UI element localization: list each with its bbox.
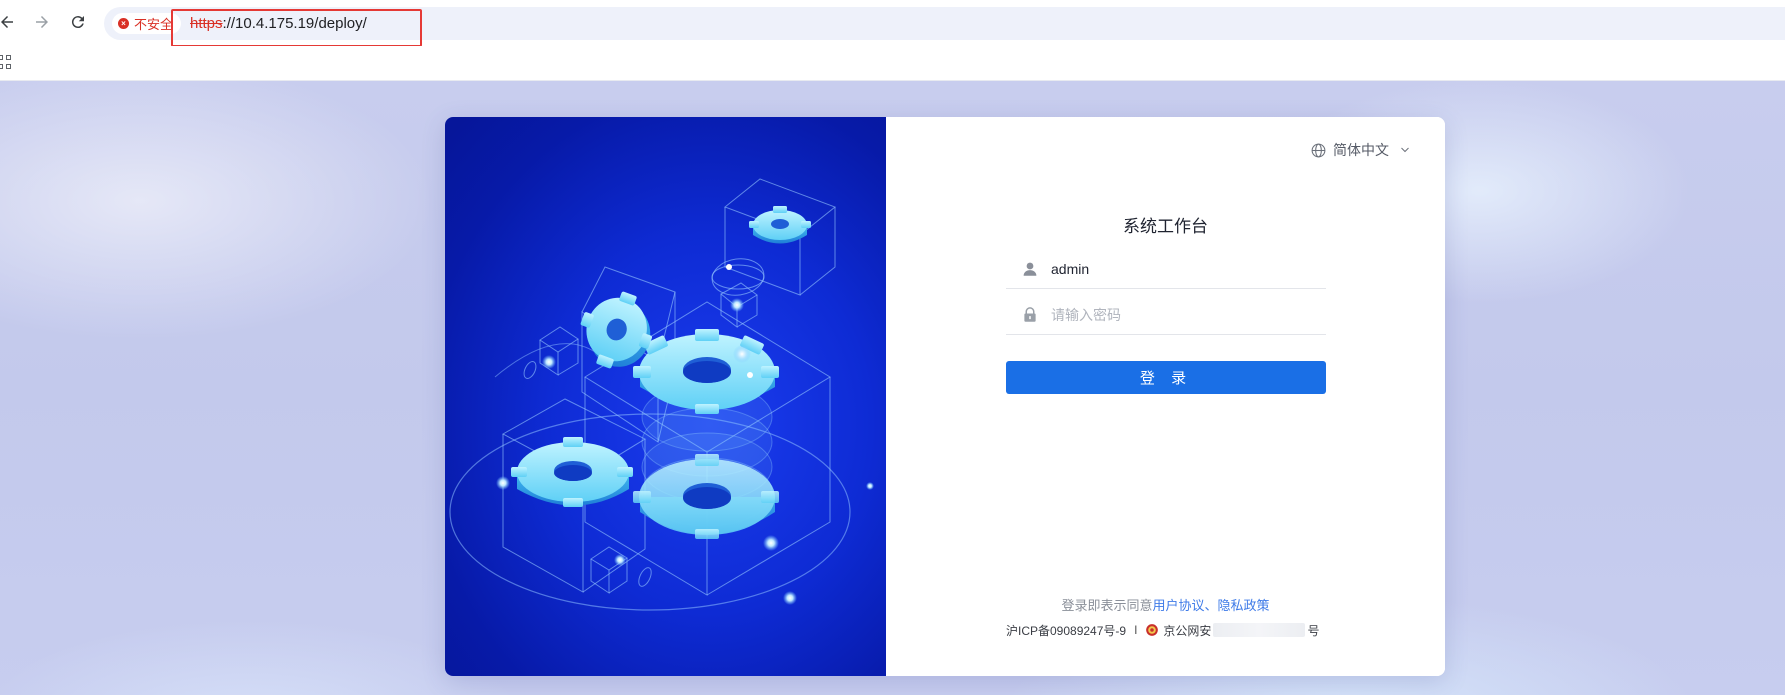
username-input[interactable] [1051,253,1311,284]
bookmarks-bar [0,46,1785,81]
icp-record[interactable]: 沪ICP备09089247号-9 [1006,622,1126,639]
warning-circle-icon: × [118,18,129,29]
url-path: ://10.4.175.19/deploy/ [222,15,367,32]
apps-grid-icon[interactable] [0,55,12,69]
gears-illustration-art [449,178,874,611]
back-button[interactable] [0,11,18,33]
redacted-record-number [1213,623,1306,637]
password-field[interactable] [1006,295,1326,335]
reload-button[interactable] [67,11,89,33]
reload-icon [71,16,84,29]
police-badge-icon [1146,624,1159,636]
url-text[interactable]: https://10.4.175.19/deploy/ [190,15,367,32]
browser-toolbar: × 不安全 https://10.4.175.19/deploy/ [0,0,1785,47]
login-button[interactable]: 登 录 [1006,361,1326,394]
lock-icon [1024,306,1036,322]
url-scheme: https [190,15,223,32]
user-icon [1023,262,1037,276]
language-label: 简体中文 [1333,142,1389,158]
beian-footer: 沪ICP备09089247号-9 I 京公网安 号 [1006,621,1328,639]
agreement-separator: 、 [1204,598,1218,613]
language-switcher[interactable]: 简体中文 [1310,140,1411,160]
privacy-policy-link[interactable]: 隐私政策 [1218,598,1270,613]
police-record-prefix[interactable]: 京公网安 [1163,622,1211,639]
police-record-suffix: 号 [1307,623,1320,638]
security-indicator[interactable]: × 不安全 [112,13,182,34]
chevron-down-icon [1401,147,1409,153]
footer-separator: I [1134,623,1138,637]
security-label: 不安全 [134,17,174,32]
login-card: 简体中文 系统工作台 登 录 登录即表示同意用户协议、隐私政策 [445,117,1445,676]
arrow-left-icon [1,16,13,28]
globe-icon [1311,143,1326,157]
gears-illustration [445,117,886,676]
login-form-panel: 简体中文 系统工作台 登 录 登录即表示同意用户协议、隐私政策 [886,117,1445,676]
user-agreement-link[interactable]: 用户协议 [1152,598,1204,613]
address-bar[interactable]: × 不安全 https://10.4.175.19/deploy/ [104,7,1785,40]
password-input[interactable] [1051,299,1311,330]
page-title: 系统工作台 [1123,217,1208,236]
agreement-notice: 登录即表示同意用户协议、隐私政策 [886,595,1445,614]
username-field[interactable] [1006,249,1326,289]
arrow-right-icon [36,16,48,28]
agreement-prefix: 登录即表示同意 [1061,598,1153,613]
forward-button[interactable] [31,11,53,33]
